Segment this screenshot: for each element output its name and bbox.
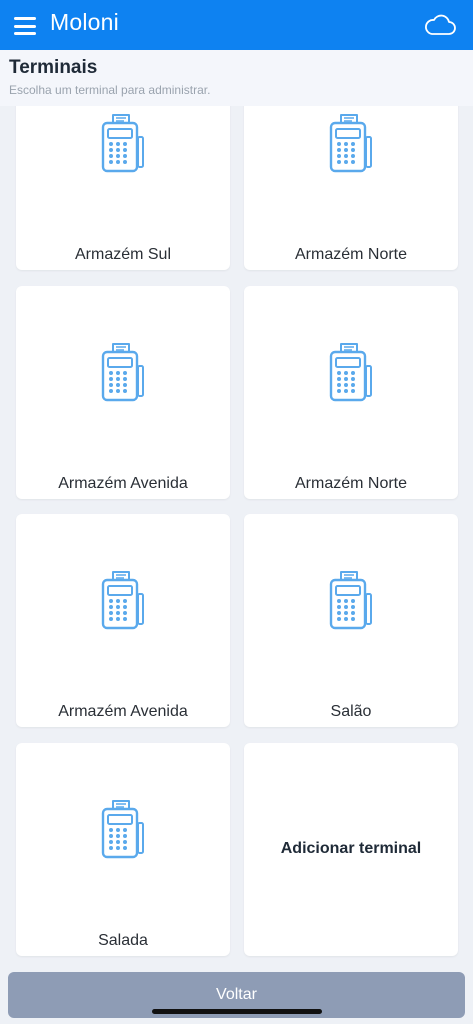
app-title: Moloni xyxy=(50,9,119,35)
terminal-label: Armazém Norte xyxy=(294,475,408,492)
pos-terminal-icon xyxy=(329,571,372,630)
home-indicator xyxy=(152,1009,322,1014)
pos-terminal-icon xyxy=(101,343,144,402)
page-header: Terminais Escolha um terminal para admin… xyxy=(0,50,473,106)
terminal-card[interactable]: Salão xyxy=(244,514,458,727)
terminal-card[interactable]: Armazém Norte xyxy=(244,286,458,499)
terminal-label: Armazém Avenida xyxy=(58,475,188,492)
cloud-icon[interactable] xyxy=(423,12,457,38)
terminal-card[interactable]: Armazém Norte xyxy=(244,106,458,270)
terminal-label: Salada xyxy=(98,932,148,949)
terminal-label: Armazém Sul xyxy=(74,246,172,263)
pos-terminal-icon xyxy=(329,114,372,173)
add-terminal-button[interactable]: Adicionar terminal xyxy=(244,743,458,956)
terminal-label: Salão xyxy=(330,703,372,720)
terminal-label: Armazém Avenida xyxy=(58,703,188,720)
pos-terminal-icon xyxy=(101,114,144,173)
add-terminal-label: Adicionar terminal xyxy=(280,839,422,857)
terminal-card[interactable]: Armazém Avenida xyxy=(16,286,230,499)
pos-terminal-icon xyxy=(101,571,144,630)
terminal-grid: Armazém Sul Armazém Norte Armazém Avenid… xyxy=(0,106,473,966)
terminal-card[interactable]: Armazém Sul xyxy=(16,106,230,270)
terminal-card[interactable]: Salada xyxy=(16,743,230,956)
pos-terminal-icon xyxy=(101,800,144,859)
terminal-card[interactable]: Armazém Avenida xyxy=(16,514,230,727)
page-subtitle: Escolha um terminal para administrar. xyxy=(9,83,211,97)
page-title: Terminais xyxy=(9,57,98,78)
app-bar: Moloni xyxy=(0,0,473,50)
pos-terminal-icon xyxy=(329,343,372,402)
terminal-label: Armazém Norte xyxy=(294,246,408,263)
menu-icon[interactable] xyxy=(14,17,36,35)
